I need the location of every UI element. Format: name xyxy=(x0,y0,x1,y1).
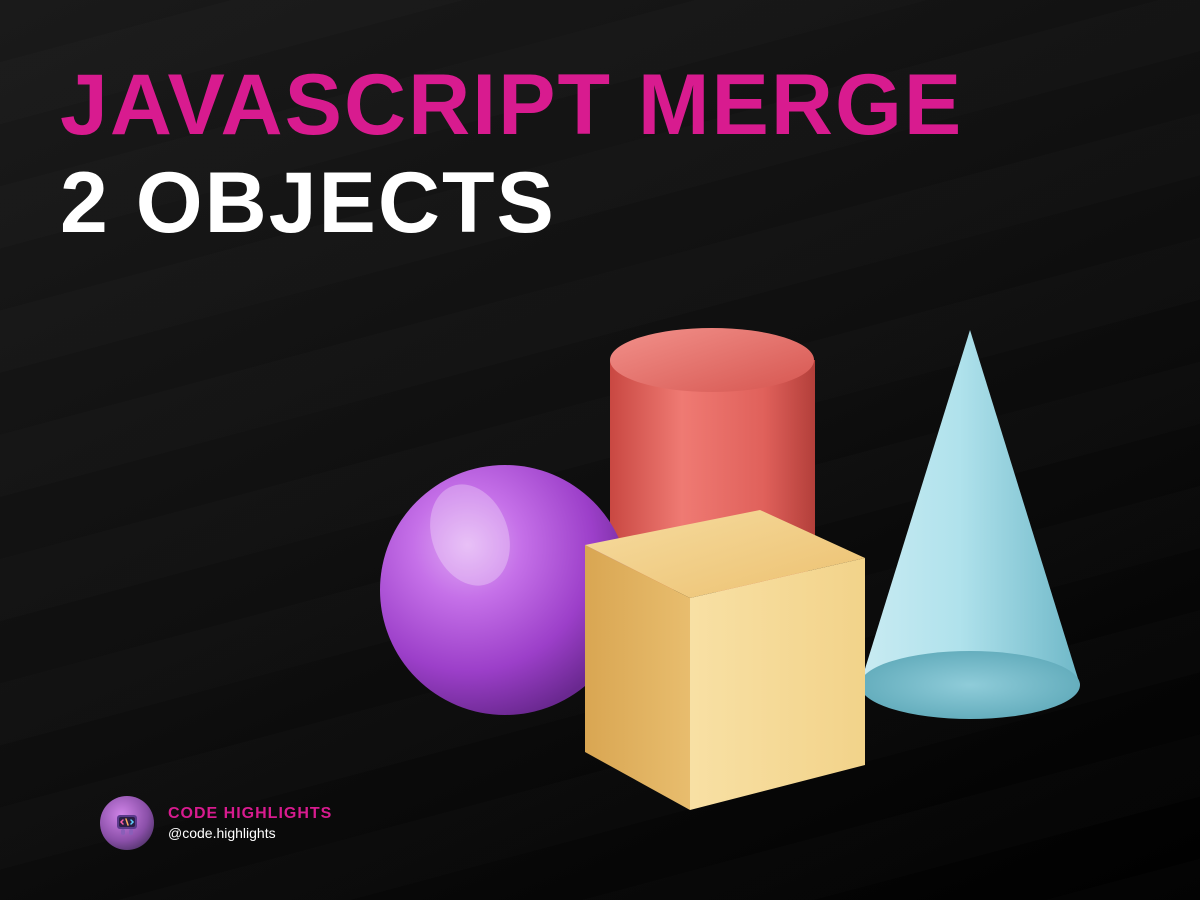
brand-avatar xyxy=(100,796,154,850)
cube-shape xyxy=(585,510,865,810)
brand-name: CODE HIGHLIGHTS xyxy=(168,805,332,823)
footer-text: CODE HIGHLIGHTS @code.highlights xyxy=(168,805,332,841)
cone-shape xyxy=(860,330,1080,719)
shapes-illustration xyxy=(380,320,1100,840)
title-block: JAVASCRIPT MERGE 2 OBJECTS xyxy=(60,60,963,251)
title-line-2: 2 OBJECTS xyxy=(60,156,963,251)
title-line-1: JAVASCRIPT MERGE xyxy=(60,60,963,150)
brand-handle: @code.highlights xyxy=(168,825,332,841)
footer-brand: CODE HIGHLIGHTS @code.highlights xyxy=(100,796,332,850)
code-character-icon xyxy=(111,807,143,839)
